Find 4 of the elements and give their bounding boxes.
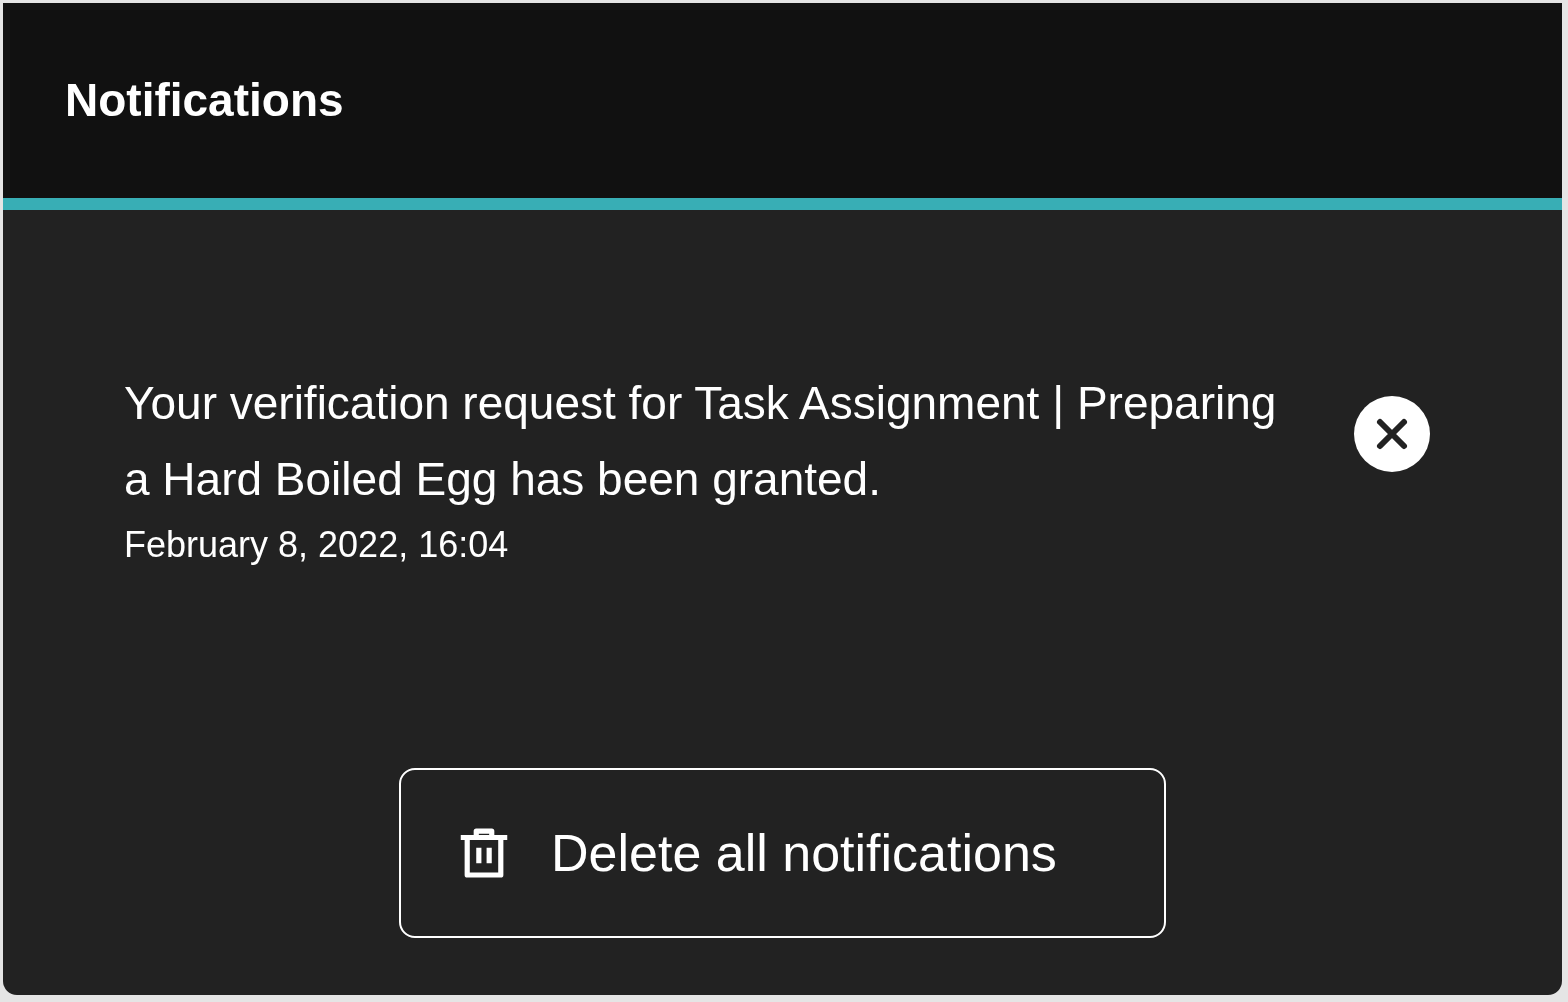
notification-message: Your verification request for Task Assignment | Preparing a Hard Boiled Egg has been granted. xyxy=(124,376,1278,507)
delete-all-button[interactable]: Delete all notifications xyxy=(399,768,1166,938)
notification-time: February 8, 2022, 16:04 xyxy=(124,523,510,567)
panel-title: Notifications xyxy=(65,73,344,128)
